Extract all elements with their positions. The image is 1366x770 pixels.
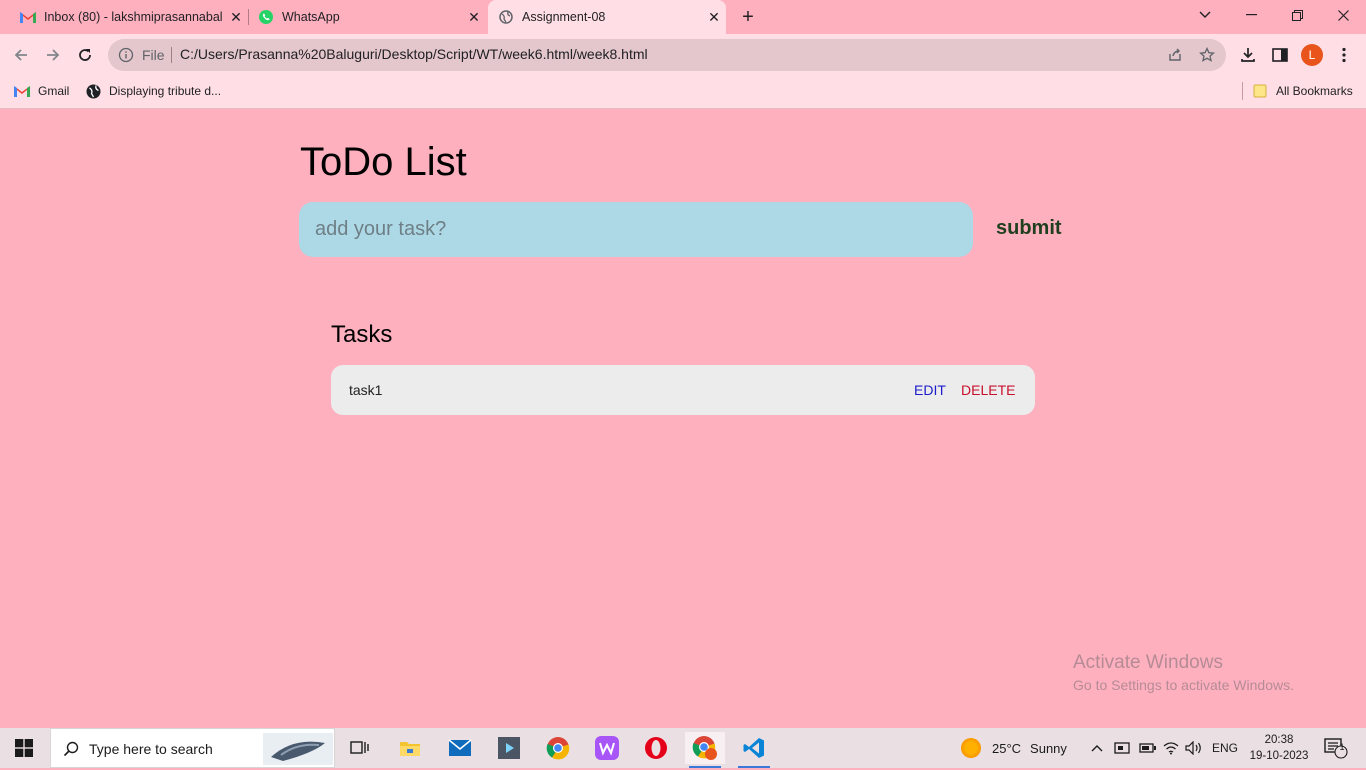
windows-taskbar: Type here to search 25°C Sunny ENG 20:38… [0,728,1366,768]
close-tab-icon[interactable]: ✕ [706,9,722,26]
chrome-icon[interactable] [538,732,578,764]
gmail-icon [20,9,36,25]
reload-button[interactable] [72,42,98,68]
bookmark-tribute[interactable]: Displaying tribute d... [85,83,221,99]
tab-title: Inbox (80) - lakshmiprasannabal [44,10,223,24]
menu-kebab-icon[interactable] [1332,43,1356,67]
weather-condition: Sunny [1030,740,1067,756]
taskbar-search[interactable]: Type here to search [50,728,335,768]
globe-icon [85,83,101,99]
wps-office-icon[interactable] [587,732,627,764]
watermark-title: Activate Windows [1073,652,1223,673]
mail-icon[interactable] [440,732,480,764]
tab-title: WhatsApp [282,10,340,24]
submit-button[interactable]: submit [996,217,1062,240]
weather-temp: 25°C [992,740,1022,756]
chrome-profile-icon[interactable] [685,732,725,768]
clock-time: 20:38 [1264,734,1294,746]
start-button[interactable] [0,728,48,768]
task-view-icon[interactable] [340,732,380,764]
page-title: ToDo List [300,140,467,184]
share-icon[interactable] [1166,46,1184,64]
battery-icon[interactable] [1139,728,1157,768]
bookmark-star-icon[interactable] [1198,46,1216,64]
restore-button[interactable] [1274,0,1320,30]
close-tab-icon[interactable]: ✕ [228,9,244,26]
globe-icon [498,9,514,25]
activate-windows-watermark: Activate Windows Go to Settings to activ… [1073,652,1294,693]
url-text[interactable]: C:/Users/Prasanna%20Baluguri/Desktop/Scr… [180,46,648,62]
divider [1242,82,1243,100]
tab-title: Assignment-08 [522,10,606,24]
tab-gmail[interactable]: Inbox (80) - lakshmiprasannabal ✕ [12,0,248,34]
scheme-label: File [142,47,165,63]
opera-icon[interactable] [636,732,676,764]
divider [171,47,172,63]
tasks-heading: Tasks [331,321,393,348]
meet-now-icon[interactable] [1114,728,1130,768]
notifications-button[interactable]: 1 [1324,728,1348,768]
notification-count: 1 [1339,742,1345,752]
search-highlight-image [263,733,333,765]
tab-assignment-08[interactable]: Assignment-08 ✕ [488,0,726,34]
forward-button[interactable] [40,42,66,68]
bookmark-gmail[interactable]: Gmail [14,83,69,99]
watermark-subtitle: Go to Settings to activate Windows. [1073,677,1294,693]
bookmarks-bar: Gmail Displaying tribute d... All Bookma… [0,76,1366,109]
close-tab-icon[interactable]: ✕ [466,9,482,26]
all-bookmarks-label: All Bookmarks [1276,84,1353,98]
sun-icon [961,738,981,758]
task-item: task1 EDIT DELETE [331,365,1035,415]
new-tab-button[interactable]: + [738,6,758,28]
tab-separator [248,9,249,25]
task-text: task1 [349,382,383,398]
search-placeholder: Type here to search [89,741,213,757]
clock[interactable]: 20:38 19-10-2023 [1248,732,1310,764]
download-icon[interactable] [1236,43,1260,67]
folder-icon [1252,83,1268,99]
task-input[interactable] [299,202,973,257]
whatsapp-icon [258,9,274,25]
tab-whatsapp[interactable]: WhatsApp ✕ [250,0,486,34]
windows-logo-icon [15,739,33,757]
gmail-icon [14,83,30,99]
browser-toolbar: File C:/Users/Prasanna%20Baluguri/Deskto… [0,34,1366,76]
tab-search-chevron-icon[interactable] [1182,0,1228,30]
weather-widget[interactable]: 25°C Sunny [961,728,1067,768]
minimize-button[interactable] [1228,0,1274,30]
vscode-icon[interactable] [734,732,774,768]
language-indicator[interactable]: ENG [1212,728,1238,768]
file-explorer-icon[interactable] [390,732,430,764]
volume-icon[interactable] [1185,728,1203,768]
info-icon[interactable] [118,47,134,63]
media-app-icon[interactable] [489,732,529,764]
tab-strip: Inbox (80) - lakshmiprasannabal ✕ WhatsA… [0,0,1366,34]
address-bar[interactable]: File C:/Users/Prasanna%20Baluguri/Deskto… [108,39,1226,71]
bookmark-label: Displaying tribute d... [109,84,222,98]
bookmark-label: Gmail [38,84,70,98]
clock-date: 19-10-2023 [1249,750,1309,762]
all-bookmarks[interactable]: All Bookmarks [1252,83,1353,99]
close-window-button[interactable] [1320,0,1366,30]
wifi-icon[interactable] [1163,728,1179,768]
profile-avatar[interactable]: L [1301,44,1323,66]
edit-button[interactable]: EDIT [914,382,946,398]
side-panel-icon[interactable] [1268,43,1292,67]
show-hidden-icons-chevron-icon[interactable] [1091,728,1103,768]
search-icon [63,741,79,762]
back-button[interactable] [8,42,34,68]
delete-button[interactable]: DELETE [961,382,1015,398]
